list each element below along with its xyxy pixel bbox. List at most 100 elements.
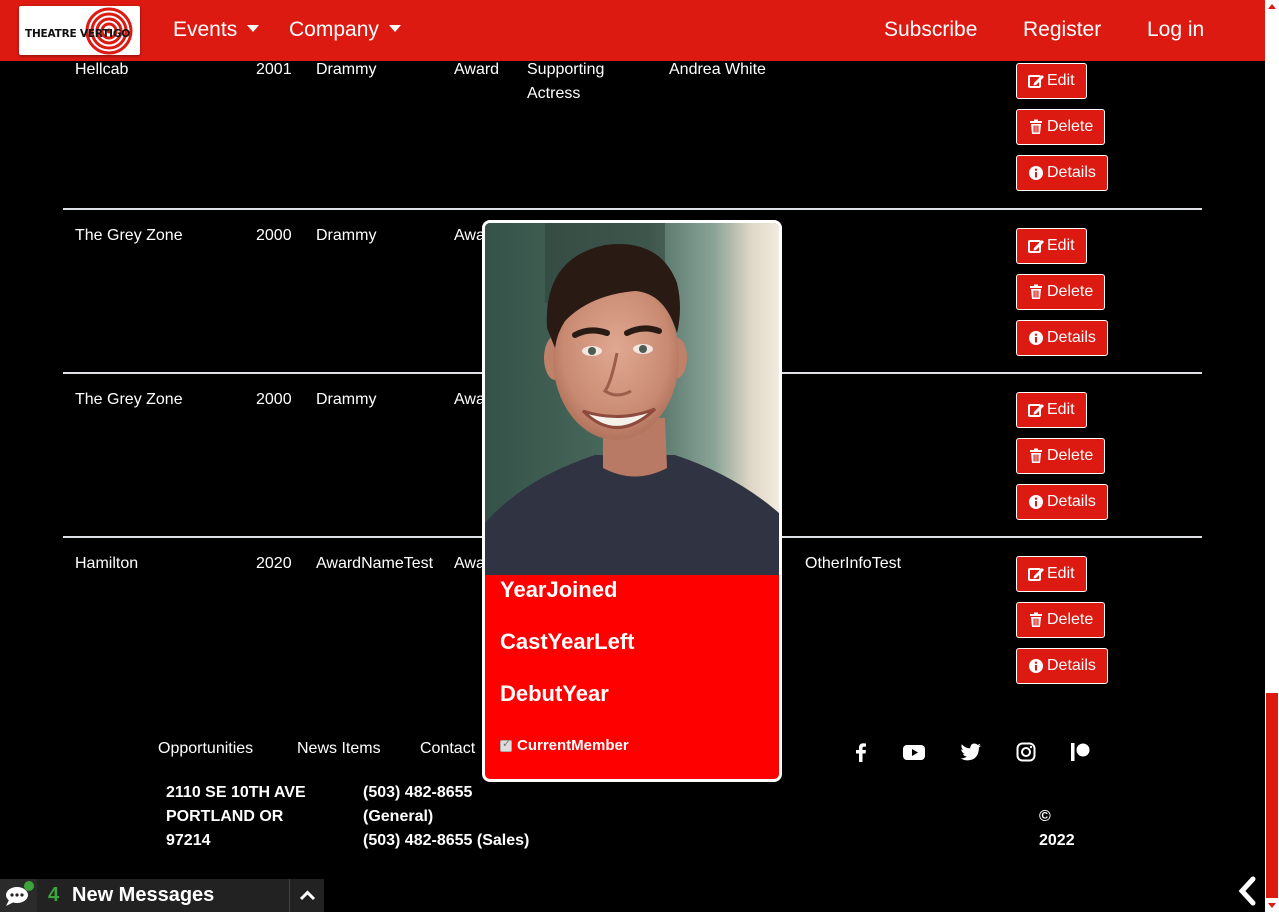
footer-link-contact[interactable]: Contact [420,740,475,758]
details-button-label: Details [1047,493,1096,510]
edit-icon [1028,75,1044,88]
chat-expand-button[interactable] [289,879,324,912]
instagram-icon[interactable] [1015,741,1037,763]
details-button[interactable]: Details [1016,648,1108,684]
delete-button-label: Delete [1047,283,1094,300]
cell-award-type: Awa [454,227,485,244]
edit-button-label: Edit [1047,237,1075,254]
nav-subscribe-link[interactable]: Subscribe [884,18,977,42]
chat-icon-button[interactable] [0,879,37,912]
cell-production: Hamilton [75,555,139,572]
nav-register-link[interactable]: Register [1023,18,1101,42]
delete-button[interactable]: Delete [1016,274,1106,310]
nav-login-link[interactable]: Log in [1147,18,1204,42]
details-button-label: Details [1047,164,1096,181]
info-circle-icon [1029,659,1043,673]
edit-button[interactable]: Edit [1016,556,1087,592]
cell-year: 2000 [256,227,292,244]
details-button[interactable]: Details [1016,320,1108,356]
chevron-up-icon [299,890,316,901]
new-messages-count: 4 [48,884,60,906]
table-row: Hellcab 2001 Drammy Award Andrea White Suppor… [63,61,1202,208]
address-line: 97214 [166,832,211,849]
cell-production: The Grey Zone [75,227,183,244]
youtube-icon[interactable] [902,741,926,763]
cell-award-name: AwardNameTest [316,555,434,572]
trash-icon [1030,448,1042,463]
cell-year: 2001 [256,61,292,78]
delete-button-label: Delete [1047,611,1094,628]
trash-icon [1030,284,1042,299]
nav-events-label: Events [173,18,238,41]
details-button[interactable]: Details [1016,484,1108,520]
chevron-left-icon[interactable] [1234,874,1260,908]
cell-award-name: Drammy [316,391,377,408]
cell-award-type: Award [454,61,500,78]
details-button[interactable]: Details [1016,155,1108,191]
portrait-photo-icon [485,223,779,575]
delete-button-label: Delete [1047,118,1094,135]
edit-button-label: Edit [1047,565,1075,582]
delete-button[interactable]: Delete [1016,109,1106,145]
cast-year-left-label: CastYearLeft [500,629,635,654]
cell-award-type: Awa [454,391,485,408]
footer-phones: (503) 482-8655 (General) (503) 482-8655 … [363,781,529,853]
info-circle-icon [1029,495,1043,509]
cell-award-name: Drammy [316,61,377,78]
details-button-label: Details [1047,329,1096,346]
twitter-icon[interactable] [959,741,983,763]
info-circle-icon [1029,166,1043,180]
page-scrollbar[interactable] [1265,0,1279,912]
edit-button[interactable]: Edit [1016,63,1087,99]
scroll-down-arrow-icon[interactable] [1268,903,1276,908]
footer-link-news-items[interactable]: News Items [297,740,381,758]
address-line: PORTLAND OR [166,808,284,825]
edit-button[interactable]: Edit [1016,392,1087,428]
cell-category: Supporting Actress [527,58,604,106]
address-line: 2110 SE 10TH AVE [166,784,306,801]
chat-bar[interactable]: 4 New Messages [0,879,324,912]
current-member-label: CurrentMember [517,737,629,754]
cell-year: 2000 [256,391,292,408]
copyright-symbol: © [1039,808,1051,825]
edit-icon [1028,240,1044,253]
trash-icon [1030,612,1042,627]
details-button-label: Details [1047,657,1096,674]
scroll-thumb[interactable] [1266,693,1278,898]
nav-company-label: Company [289,18,379,41]
edit-button[interactable]: Edit [1016,228,1087,264]
scroll-up-arrow-icon[interactable] [1268,4,1276,9]
cell-recipient: Andrea White [669,61,766,78]
nav-events-dropdown[interactable]: Events [173,18,260,42]
trash-icon [1030,119,1042,134]
footer-copyright: © 2022 [1039,805,1075,853]
cell-production: Hellcab [75,61,129,78]
debut-year-label: DebutYear [500,681,609,706]
patreon-icon[interactable] [1069,741,1091,763]
nav-company-dropdown[interactable]: Company [289,18,401,42]
current-member-checkbox[interactable] [500,737,512,752]
footer-address: 2110 SE 10TH AVE PORTLAND OR 97214 [166,781,306,853]
edit-icon [1028,568,1044,581]
phone-line: (503) 482-8655 (Sales) [363,832,530,849]
delete-button[interactable]: Delete [1016,438,1106,474]
chat-bubble-icon [6,881,34,906]
category-line: Actress [527,85,581,102]
edit-button-label: Edit [1047,401,1075,418]
facebook-icon[interactable] [850,741,872,763]
delete-button[interactable]: Delete [1016,602,1106,638]
cell-production: The Grey Zone [75,391,183,408]
copyright-year: 2022 [1039,832,1075,849]
member-popup-card: YearJoined CastYearLeft DebutYear Curren… [482,220,782,782]
cell-other-info: OtherInfoTest [805,555,902,572]
member-photo [485,223,779,575]
top-navbar: THEATRE VERTIGO Events Company Subscribe… [0,0,1265,61]
new-messages-label: New Messages [72,884,215,906]
delete-button-label: Delete [1047,447,1094,464]
phone-line: (General) [363,808,434,825]
footer-link-opportunities[interactable]: Opportunities [158,740,253,758]
phone-line: (503) 482-8655 [363,784,473,801]
cell-year: 2020 [256,555,292,572]
theatre-vertigo-logo[interactable]: THEATRE VERTIGO [19,6,140,55]
category-line: Supporting [527,61,605,78]
